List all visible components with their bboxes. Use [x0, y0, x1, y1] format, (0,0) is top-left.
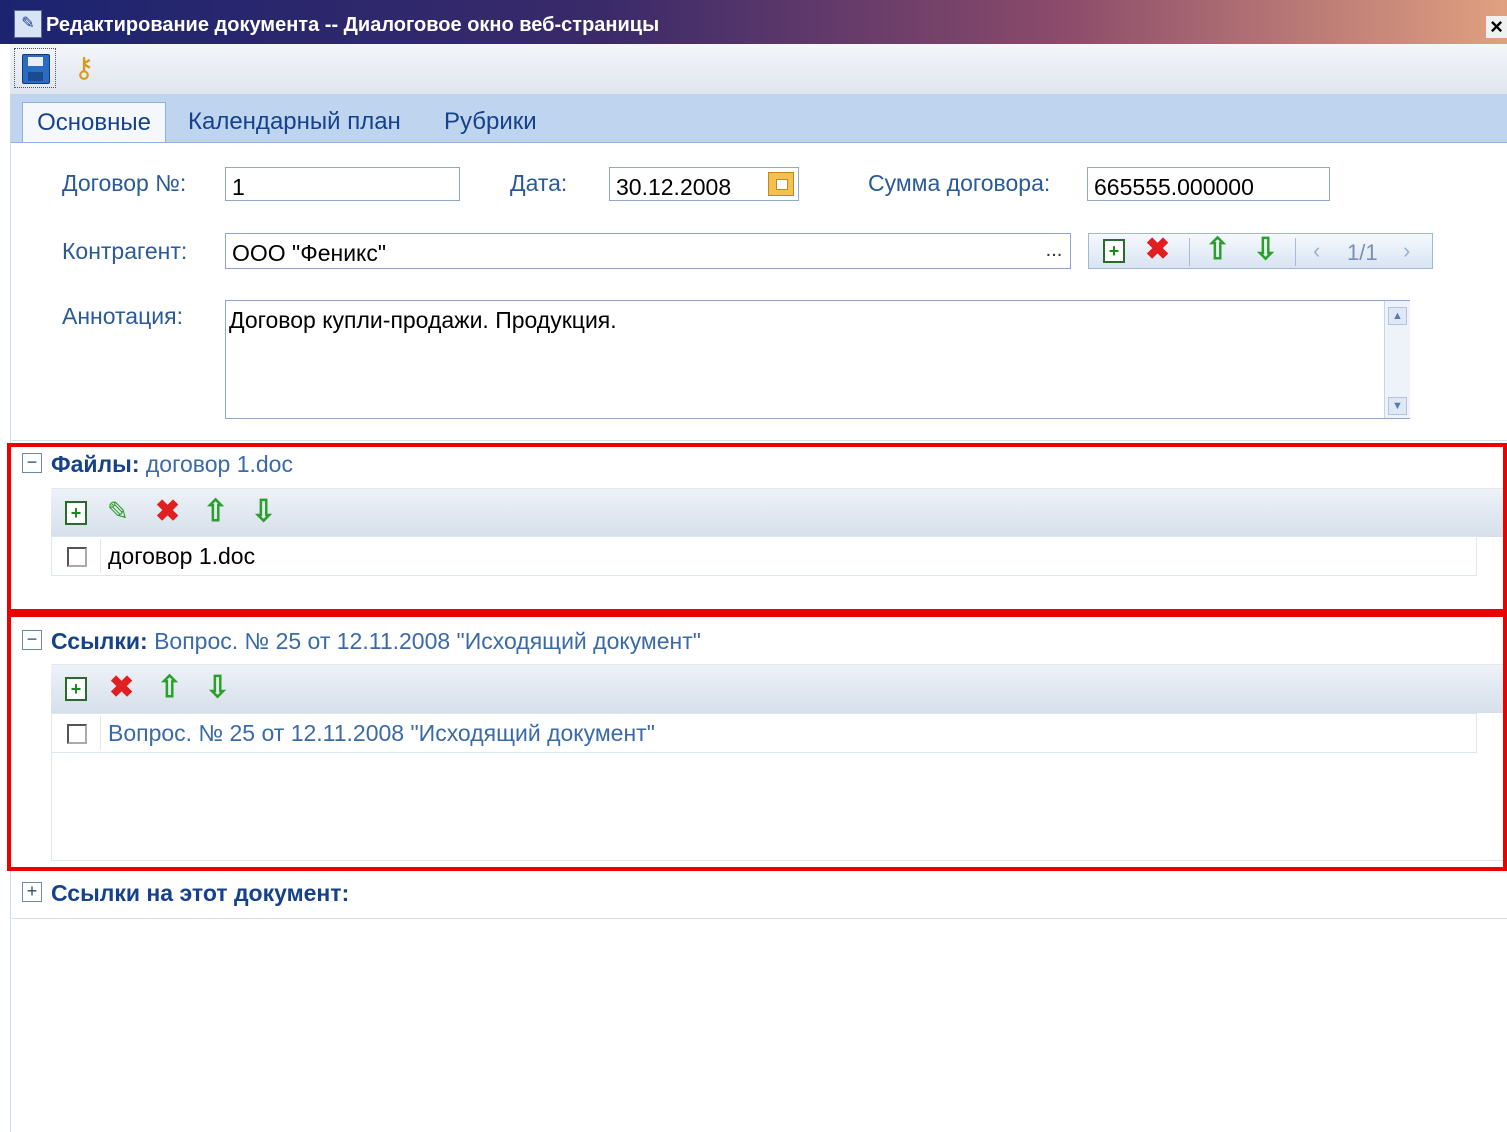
- save-button[interactable]: [14, 48, 56, 88]
- pager-next-button[interactable]: ›: [1403, 238, 1410, 264]
- scroll-up-icon[interactable]: ▲: [1388, 307, 1407, 325]
- annotation-label: Аннотация:: [62, 303, 183, 329]
- arrow-up-icon[interactable]: ⇧: [1205, 235, 1230, 265]
- tab-calendar-plan[interactable]: Календарный план: [188, 102, 401, 142]
- add-icon[interactable]: +: [1103, 239, 1125, 263]
- counterparty-input[interactable]: ООО "Феникс": [225, 233, 1071, 269]
- date-value: 30.12.2008: [616, 174, 732, 200]
- backlinks-title: Ссылки на этот документ:: [51, 880, 350, 906]
- date-label: Дата:: [510, 170, 568, 196]
- delete-icon[interactable]: ✖: [1145, 235, 1170, 265]
- browse-button[interactable]: ...: [1040, 237, 1068, 265]
- pager-text: 1/1: [1347, 240, 1378, 265]
- tab-main[interactable]: Основные: [22, 102, 166, 142]
- window-icon: ✎: [14, 10, 42, 38]
- pager-prev-button[interactable]: ‹: [1313, 238, 1320, 264]
- sum-input[interactable]: 665555.000000: [1087, 167, 1330, 201]
- calendar-icon[interactable]: [768, 172, 794, 196]
- backlinks-toggle[interactable]: +: [22, 882, 42, 902]
- arrow-down-icon[interactable]: ⇩: [1253, 235, 1278, 265]
- window-title: Редактирование документа -- Диалоговое о…: [46, 14, 660, 36]
- files-highlight: [7, 443, 1507, 613]
- contract-no-label: Договор №:: [62, 170, 187, 196]
- sum-label: Сумма договора:: [868, 170, 1051, 196]
- annotation-textarea[interactable]: Договор купли-продажи. Продукция.: [225, 300, 1410, 419]
- tab-rubrics[interactable]: Рубрики: [444, 102, 537, 142]
- section-divider-bottom: [12, 918, 1507, 919]
- close-button[interactable]: ×: [1486, 16, 1507, 38]
- contract-no-input[interactable]: 1: [225, 167, 460, 201]
- scroll-down-icon[interactable]: ▼: [1388, 397, 1407, 415]
- links-highlight: [7, 613, 1507, 871]
- counterparty-value: ООО "Феникс": [232, 240, 387, 266]
- key-icon[interactable]: ⚷: [68, 52, 100, 84]
- save-icon: [22, 54, 50, 84]
- backlinks-header[interactable]: Ссылки на этот документ:: [51, 880, 349, 907]
- annotation-value: Договор купли-продажи. Продукция.: [229, 307, 617, 333]
- main-toolbar: [10, 44, 1507, 95]
- counterparty-toolbar: + ✖ ⇧ ⇩ ‹ 1/1 ›: [1088, 233, 1433, 269]
- counterparty-label: Контрагент:: [62, 238, 188, 264]
- annotation-scrollbar[interactable]: ▲ ▼: [1384, 301, 1410, 418]
- section-divider: [12, 440, 1507, 441]
